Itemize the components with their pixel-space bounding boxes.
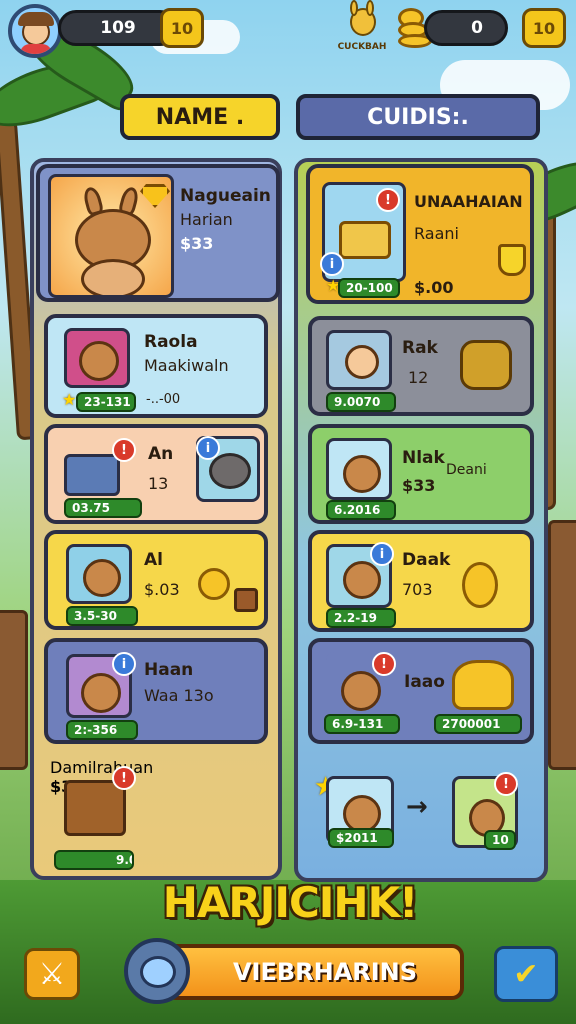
trophy-icon bbox=[498, 244, 526, 276]
gold-pile-icon bbox=[452, 660, 514, 710]
featured-price: $33 bbox=[180, 234, 214, 253]
right-card-rak[interactable]: Rak 12 9.0070 bbox=[308, 316, 534, 416]
left-card-haan[interactable]: i Haan Waa 13o 2:-356 bbox=[44, 638, 268, 744]
left-card-raola[interactable]: Raola Maakiwaln ★ 23-131 -..-00 bbox=[44, 314, 268, 418]
info-badge: i bbox=[370, 542, 394, 566]
featured-name: Harian bbox=[180, 210, 233, 229]
notification-badge: ! bbox=[112, 438, 136, 462]
tab-cuidis[interactable]: CUIDIS:. bbox=[296, 94, 540, 140]
treasure-chest-icon bbox=[64, 780, 126, 836]
featured-title: Nagueain bbox=[180, 186, 271, 206]
coin-icon bbox=[462, 562, 498, 608]
level-add-button[interactable]: 10 bbox=[160, 8, 204, 48]
confirm-button[interactable]: ✔ bbox=[494, 946, 558, 1002]
action-label: VIEBRHARINS bbox=[232, 958, 418, 986]
notification-badge: ! bbox=[494, 772, 518, 796]
currency-value: 0 bbox=[471, 18, 483, 38]
action-bar[interactable]: VIEBRHARINS bbox=[164, 944, 464, 1000]
tab-name[interactable]: NAME . bbox=[120, 94, 280, 140]
treasure-chest-icon bbox=[64, 454, 120, 496]
right-card-daak[interactable]: i Daak 703 2.2-19 bbox=[308, 530, 534, 632]
arrow-right-icon: → bbox=[406, 792, 428, 822]
barrel-icon bbox=[460, 340, 512, 390]
swords-button[interactable]: ⚔ bbox=[24, 948, 80, 1000]
right-card-trade[interactable]: ★ → ! $2011 10 bbox=[306, 760, 536, 860]
person-portrait bbox=[326, 330, 392, 390]
right-card-nlak[interactable]: Nlak $33 Deani 6.2016 bbox=[308, 424, 534, 524]
currency-bar: 0 bbox=[424, 10, 508, 46]
bench-right bbox=[548, 520, 576, 770]
coin-icon bbox=[198, 568, 230, 600]
info-badge: i bbox=[112, 652, 136, 676]
left-card-al[interactable]: Al $.03 3.5-30 bbox=[44, 530, 268, 630]
right-featured-card[interactable]: ! i UNAAHAIAN Raani ★ 20-100 $.00 bbox=[306, 164, 534, 304]
price-pill: 23-131 bbox=[76, 392, 136, 412]
currency-label: CUCKBAH bbox=[337, 42, 387, 52]
level-value: 109 bbox=[100, 18, 136, 38]
star-icon: ★ bbox=[62, 390, 77, 409]
currency-add-button[interactable]: 10 bbox=[522, 8, 566, 48]
right-card-iaao[interactable]: ! Iaao 6.9-131 2700001 bbox=[308, 638, 534, 744]
kangaroo-portrait-green bbox=[326, 438, 392, 500]
player-avatar[interactable] bbox=[8, 4, 62, 58]
bench-left bbox=[0, 610, 28, 770]
notification-badge: ! bbox=[112, 766, 136, 790]
left-card-an[interactable]: ! An 13 i 03.75 bbox=[44, 424, 268, 524]
robot-mascot-icon bbox=[124, 938, 190, 1004]
left-featured-card[interactable]: Nagueain Harian $33 bbox=[36, 164, 280, 302]
mug-icon bbox=[234, 588, 258, 612]
banner-title: HARJICIHK! bbox=[162, 878, 419, 927]
info-badge: i bbox=[320, 252, 344, 276]
notification-badge: ! bbox=[372, 652, 396, 676]
notification-badge: ! bbox=[376, 188, 400, 212]
info-badge: i bbox=[196, 436, 220, 460]
kangaroo-portrait-small bbox=[66, 544, 132, 604]
left-card-damilrahuan[interactable]: ! Damilrahuan $36 9.00 bbox=[50, 758, 270, 870]
kangaroo-mascot-icon bbox=[338, 0, 388, 42]
animal-portrait bbox=[64, 328, 130, 388]
